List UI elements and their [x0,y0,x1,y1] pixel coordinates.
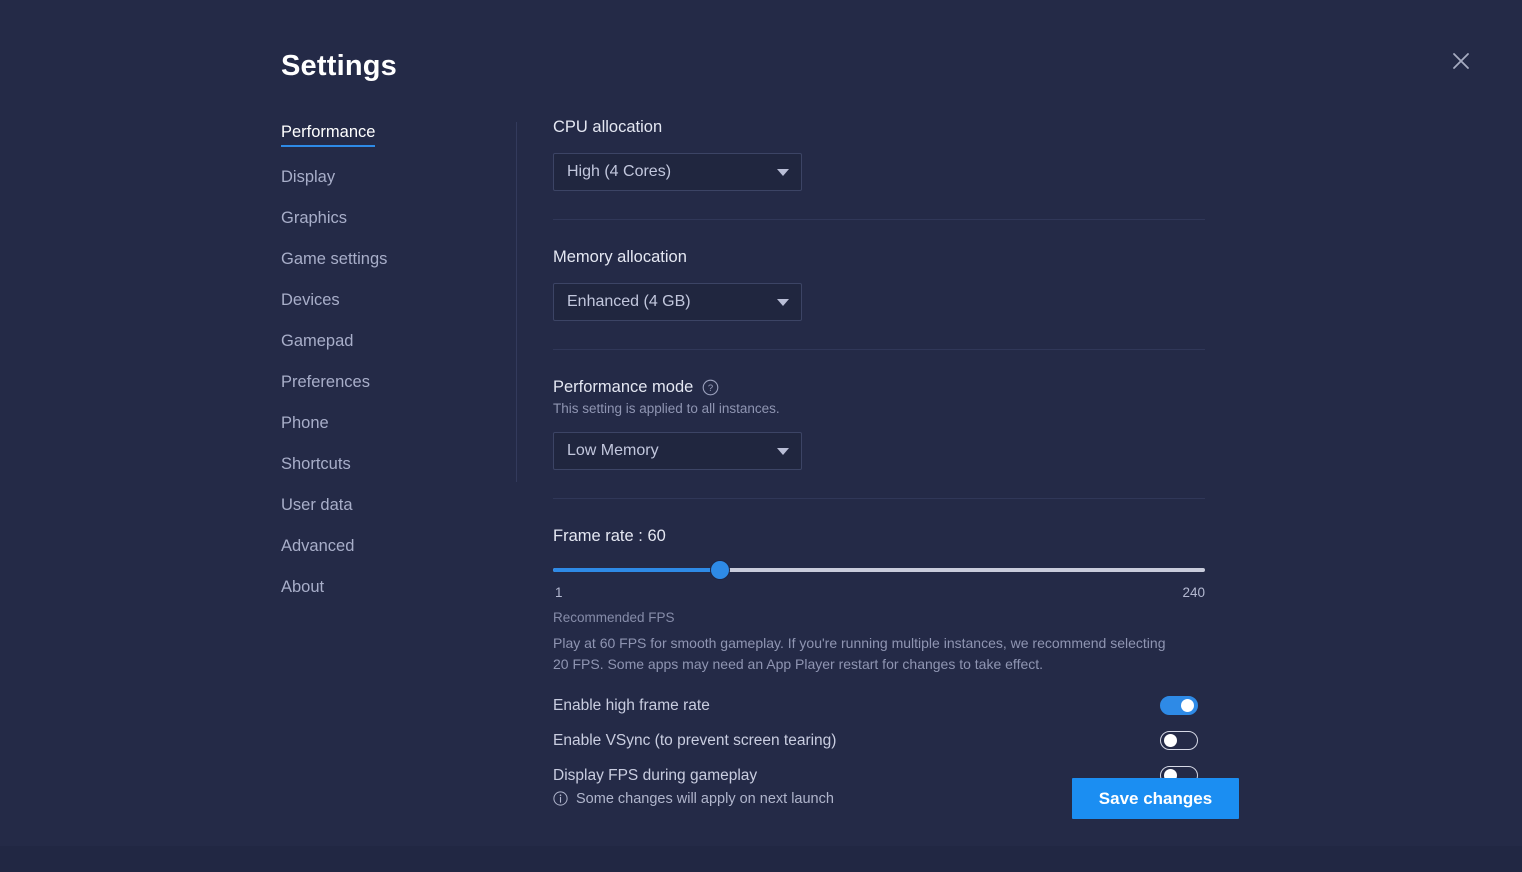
settings-window: Settings Performance Display Graphics Ga… [0,0,1522,872]
vsync-label: Enable VSync (to prevent screen tearing) [553,732,836,750]
cpu-allocation-value: High (4 Cores) [567,163,777,181]
memory-allocation-section: Memory allocation Enhanced (4 GB) [553,220,1205,321]
performance-mode-dropdown[interactable]: Low Memory [553,432,802,470]
recommended-fps-body: Play at 60 FPS for smooth gameplay. If y… [553,633,1183,674]
performance-mode-description: This setting is applied to all instances… [553,401,1205,416]
toggle-knob [1181,699,1194,712]
chevron-down-icon [777,448,789,455]
next-launch-notice: Some changes will apply on next launch [553,791,834,807]
slider-thumb[interactable] [711,561,729,579]
toggle-row-high-frame-rate: Enable high frame rate [553,688,1198,723]
memory-allocation-label: Memory allocation [553,248,1205,267]
performance-mode-label-row: Performance mode ? [553,378,1205,397]
cpu-allocation-dropdown[interactable]: High (4 Cores) [553,153,802,191]
frame-rate-label: Frame rate : 60 [553,527,1205,546]
sidebar-item-devices[interactable]: Devices [281,292,340,311]
sidebar-item-performance[interactable]: Performance [281,124,375,147]
settings-content: CPU allocation High (4 Cores) Memory all… [553,118,1205,793]
close-icon[interactable] [1446,46,1476,76]
cpu-allocation-label: CPU allocation [553,118,1205,137]
sidebar-item-game-settings[interactable]: Game settings [281,251,387,270]
performance-mode-value: Low Memory [567,442,777,460]
sidebar-item-shortcuts[interactable]: Shortcuts [281,456,351,475]
frame-rate-section: Frame rate : 60 1 240 Recommended FPS Pl… [553,499,1205,793]
sidebar-item-phone[interactable]: Phone [281,415,329,434]
sidebar-item-graphics[interactable]: Graphics [281,210,347,229]
sidebar-item-preferences[interactable]: Preferences [281,374,370,393]
sidebar-item-display[interactable]: Display [281,169,335,188]
high-frame-rate-toggle[interactable] [1160,696,1198,715]
next-launch-notice-text: Some changes will apply on next launch [576,791,834,807]
chevron-down-icon [777,169,789,176]
sidebar-item-advanced[interactable]: Advanced [281,538,354,557]
question-mark-circle-icon[interactable]: ? [702,379,719,396]
performance-mode-section: Performance mode ? This setting is appli… [553,350,1205,470]
chevron-down-icon [777,299,789,306]
recommended-fps-title: Recommended FPS [553,610,1205,625]
svg-text:?: ? [708,383,713,394]
sidebar-content-divider [516,122,517,482]
sidebar-item-gamepad[interactable]: Gamepad [281,333,353,352]
settings-sidebar: Performance Display Graphics Game settin… [281,124,491,620]
memory-allocation-value: Enhanced (4 GB) [567,293,777,311]
vsync-toggle[interactable] [1160,731,1198,750]
sidebar-item-about[interactable]: About [281,579,324,598]
memory-allocation-dropdown[interactable]: Enhanced (4 GB) [553,283,802,321]
slider-max-label: 240 [1182,585,1205,600]
performance-mode-label: Performance mode [553,378,693,397]
info-circle-icon [553,791,568,806]
bottom-bar [0,846,1522,872]
high-frame-rate-label: Enable high frame rate [553,697,710,715]
slider-min-label: 1 [555,585,563,600]
cpu-allocation-section: CPU allocation High (4 Cores) [553,118,1205,191]
settings-footer: Some changes will apply on next launch S… [553,778,1239,819]
sidebar-item-user-data[interactable]: User data [281,497,353,516]
page-title: Settings [281,50,397,83]
toggle-row-vsync: Enable VSync (to prevent screen tearing) [553,723,1198,758]
frame-rate-slider[interactable] [553,560,1205,580]
slider-fill [553,568,720,572]
save-changes-button[interactable]: Save changes [1072,778,1239,819]
toggle-knob [1164,734,1177,747]
